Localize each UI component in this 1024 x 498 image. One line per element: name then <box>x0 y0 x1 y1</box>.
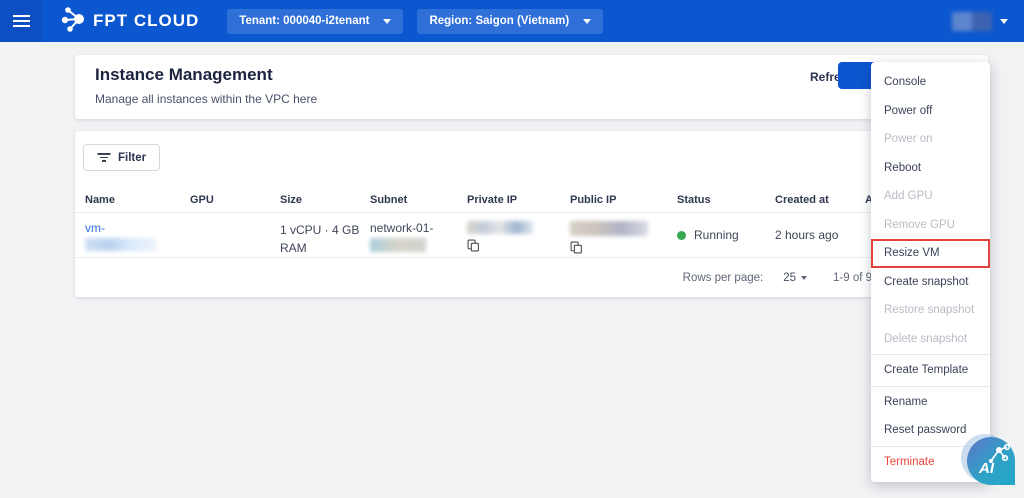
cell-private-ip <box>467 213 570 256</box>
fpt-cloud-molecule-icon <box>60 5 86 38</box>
column-header-created-at[interactable]: Created at <box>775 189 865 206</box>
filter-button[interactable]: Filter <box>83 144 160 171</box>
column-header-subnet[interactable]: Subnet <box>370 189 467 206</box>
ai-assistant-button[interactable]: AI <box>967 437 1015 485</box>
rows-per-page-select[interactable]: 25 <box>783 272 807 284</box>
cell-name: vm- <box>85 213 190 251</box>
brand-text: FPT CLOUD <box>93 11 199 31</box>
pagination-bar: Rows per page: 25 1-9 of 9 <box>75 258 988 297</box>
rows-per-page-label: Rows per page: <box>683 272 764 284</box>
menu-item-rename[interactable]: Rename <box>871 388 990 417</box>
page-subtitle: Manage all instances within the VPC here <box>95 92 317 106</box>
cell-size: 1 vCPU · 4 GB RAM <box>280 213 368 257</box>
copy-icon <box>570 240 583 255</box>
menu-item-create-snapshot[interactable]: Create snapshot <box>871 268 990 297</box>
region-dropdown-label: Region: Saigon (Vietnam) <box>429 15 569 27</box>
column-header-status[interactable]: Status <box>677 189 775 206</box>
menu-item-power-off[interactable]: Power off <box>871 97 990 126</box>
pagination-range: 1-9 of 9 <box>833 272 872 284</box>
copy-public-ip-button[interactable] <box>570 240 583 258</box>
menu-item-add-gpu: Add GPU <box>871 182 990 211</box>
menu-item-remove-gpu: Remove GPU <box>871 211 990 240</box>
ai-label: AI <box>978 460 995 477</box>
vm-name-link[interactable]: vm- <box>85 221 105 235</box>
region-dropdown[interactable]: Region: Saigon (Vietnam) <box>417 9 603 34</box>
cell-status: Running <box>677 213 775 242</box>
menu-divider <box>871 354 990 355</box>
page-title: Instance Management <box>95 65 273 85</box>
rows-per-page-value: 25 <box>783 272 796 284</box>
menu-item-reboot[interactable]: Reboot <box>871 154 990 183</box>
cell-created-at: 2 hours ago <box>775 213 865 242</box>
column-header-gpu[interactable]: GPU <box>190 189 280 206</box>
vm-actions-context-menu: Console Power off Power on Reboot Add GP… <box>871 62 990 482</box>
subnet-name: network-01- <box>370 221 433 235</box>
cell-gpu <box>190 213 280 221</box>
ai-molecule-icon: AI <box>969 439 1013 483</box>
topbar: FPT CLOUD Tenant: 000040-i2tenant Region… <box>0 0 1024 42</box>
private-ip-redacted <box>467 221 533 234</box>
copy-icon <box>467 238 480 253</box>
cell-subnet: network-01- <box>370 213 467 252</box>
column-header-private-ip[interactable]: Private IP <box>467 189 570 206</box>
menu-item-power-on: Power on <box>871 125 990 154</box>
menu-item-restore-snapshot: Restore snapshot <box>871 296 990 325</box>
menu-item-create-template[interactable]: Create Template <box>871 356 990 385</box>
chevron-down-icon <box>801 276 807 280</box>
copy-private-ip-button[interactable] <box>467 238 480 256</box>
public-ip-redacted <box>570 221 648 236</box>
chevron-down-icon <box>583 19 591 24</box>
column-header-name[interactable]: Name <box>85 189 190 206</box>
column-header-public-ip[interactable]: Public IP <box>570 189 677 206</box>
brand-logo: FPT CLOUD <box>60 5 199 38</box>
table-header-row: Name GPU Size Subnet Private IP Public I… <box>75 189 988 206</box>
vm-name-redacted <box>85 238 157 251</box>
status-running-dot-icon <box>677 231 686 240</box>
instances-table-card: Filter Name GPU Size Subnet Private IP P… <box>75 131 988 297</box>
user-name-redacted <box>952 12 992 31</box>
status-badge: Running <box>694 228 739 242</box>
chevron-down-icon <box>1000 19 1008 24</box>
tenant-dropdown-label: Tenant: 000040-i2tenant <box>239 15 369 27</box>
filter-icon <box>97 153 110 162</box>
hamburger-menu-icon[interactable] <box>0 0 42 42</box>
column-header-size[interactable]: Size <box>280 189 370 206</box>
cell-public-ip <box>570 213 677 258</box>
page-header-card: Instance Management Manage all instances… <box>75 55 988 119</box>
subnet-redacted <box>370 238 426 252</box>
menu-item-console[interactable]: Console <box>871 68 990 97</box>
menu-item-resize-vm[interactable]: Resize VM <box>871 239 990 268</box>
menu-item-delete-snapshot: Delete snapshot <box>871 325 990 354</box>
user-account-dropdown[interactable] <box>952 12 1008 31</box>
table-row: vm- 1 vCPU · 4 GB RAM network-01- <box>75 212 988 258</box>
filter-button-label: Filter <box>118 152 146 164</box>
chevron-down-icon <box>383 19 391 24</box>
menu-divider <box>871 386 990 387</box>
tenant-dropdown[interactable]: Tenant: 000040-i2tenant <box>227 9 403 34</box>
